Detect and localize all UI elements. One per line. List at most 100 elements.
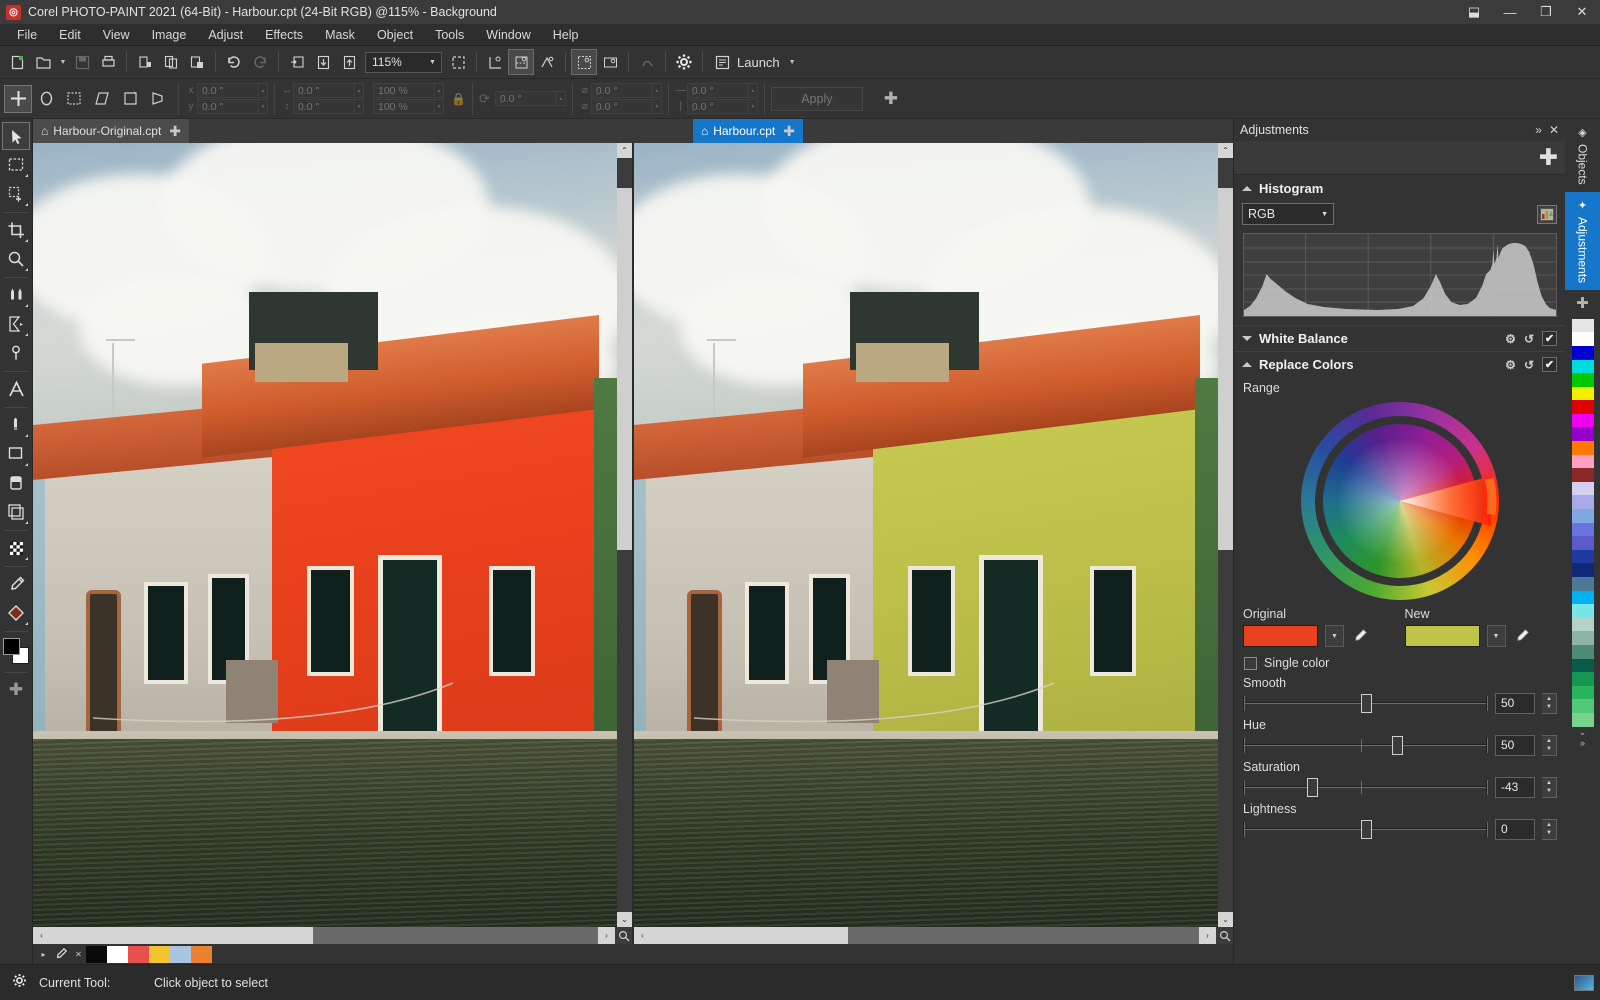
- replace-colors-enable-checkbox[interactable]: ✔: [1542, 357, 1557, 372]
- flyout-arrow-icon[interactable]: [25, 239, 28, 242]
- anchor-x-spinner[interactable]: ▲: [748, 83, 758, 98]
- palette-color[interactable]: [1571, 712, 1594, 727]
- hue-slider-thumb[interactable]: [1392, 736, 1404, 755]
- menu-item-image[interactable]: Image: [141, 26, 198, 44]
- rectangle-mask-tool[interactable]: [2, 151, 30, 179]
- palette-color[interactable]: [1571, 345, 1594, 360]
- section-header-replace-colors[interactable]: Replace Colors ⚙ ↺ ✔: [1234, 351, 1565, 377]
- palette-color[interactable]: [1571, 658, 1594, 673]
- transform-distort-button[interactable]: [116, 85, 144, 113]
- histogram-channel-select[interactable]: RGB ▼: [1242, 203, 1334, 225]
- transform-scale-button[interactable]: [60, 85, 88, 113]
- size-h-spinner[interactable]: ▼: [355, 99, 364, 114]
- palette-color[interactable]: [1571, 604, 1594, 618]
- scale-w-spinner[interactable]: ▲: [435, 83, 444, 98]
- flyout-arrow-icon[interactable]: [25, 622, 28, 625]
- crop-tool[interactable]: [2, 216, 30, 244]
- zoom-tool[interactable]: [2, 245, 30, 273]
- palette-color[interactable]: [1571, 400, 1594, 414]
- maximize-button[interactable]: ❐: [1528, 0, 1564, 24]
- add-tool-icon[interactable]: ✚: [2, 676, 30, 704]
- skew-v-spinner[interactable]: ▼: [652, 99, 662, 114]
- photo-original[interactable]: [33, 143, 617, 927]
- freehand-mask-tool[interactable]: [2, 180, 30, 208]
- palette-color[interactable]: [1571, 427, 1594, 442]
- palette-color[interactable]: [1571, 617, 1594, 632]
- palette-color[interactable]: [1571, 631, 1594, 645]
- original-color-swatch[interactable]: [1243, 625, 1318, 647]
- menu-item-effects[interactable]: Effects: [254, 26, 314, 44]
- add-docker-icon[interactable]: ✚: [1565, 290, 1600, 316]
- docker-collapse-icon[interactable]: »: [1535, 123, 1542, 137]
- palette-color[interactable]: [1571, 536, 1594, 550]
- palette-color[interactable]: [1571, 699, 1594, 713]
- transparency-checker-tool[interactable]: [2, 534, 30, 562]
- lightness-value[interactable]: 0: [1495, 818, 1535, 840]
- section-header-histogram[interactable]: Histogram: [1234, 175, 1565, 201]
- histogram-settings-icon[interactable]: [1537, 204, 1557, 224]
- palette-more-icon[interactable]: »: [1580, 738, 1585, 749]
- anchor-y-field[interactable]: 0.0 °: [686, 99, 749, 114]
- transform-position-button[interactable]: [4, 84, 32, 113]
- palette-swatch[interactable]: [107, 945, 128, 963]
- scroll-right-button[interactable]: ›: [598, 927, 615, 944]
- rotation-field[interactable]: 0.0 °: [494, 91, 557, 106]
- gear-icon[interactable]: [11, 972, 28, 993]
- launch-chevron-icon[interactable]: ▼: [789, 59, 796, 66]
- palette-color[interactable]: [1571, 563, 1594, 577]
- smooth-spinner[interactable]: ▲ ▼: [1542, 692, 1557, 714]
- transform-rotate-button[interactable]: [32, 85, 60, 113]
- menu-item-object[interactable]: Object: [366, 26, 424, 44]
- palette-color[interactable]: [1571, 373, 1594, 387]
- scroll-left-button[interactable]: ‹: [634, 927, 651, 944]
- rectangle-shape-tool[interactable]: [2, 440, 30, 468]
- smooth-slider-track[interactable]: [1243, 692, 1488, 714]
- text-tool[interactable]: [2, 375, 30, 403]
- color-range-wheel[interactable]: [1300, 402, 1499, 600]
- color-picker-tool[interactable]: [2, 570, 30, 598]
- lightness-slider-track[interactable]: [1243, 818, 1488, 840]
- skew-h-field[interactable]: 0.0 °: [590, 83, 653, 98]
- docker-close-icon[interactable]: ✕: [1549, 123, 1559, 137]
- flyout-arrow-icon[interactable]: [25, 203, 28, 206]
- anchor-y-spinner[interactable]: ▼: [748, 99, 758, 114]
- close-button[interactable]: ✕: [1564, 0, 1600, 24]
- alignment-guides-icon[interactable]: [597, 49, 623, 75]
- new-hue-ring-marker[interactable]: [1301, 402, 1499, 600]
- horizontal-scroll-thumb[interactable]: [50, 927, 314, 944]
- lightness-spinner[interactable]: ▲ ▼: [1542, 818, 1557, 840]
- document-tab-harbour-original[interactable]: ⌂ Harbour-Original.cpt ✚: [33, 119, 190, 143]
- object-transparency-tool[interactable]: [2, 498, 30, 526]
- zoom-corner-icon[interactable]: [615, 927, 632, 944]
- palette-color[interactable]: [1571, 318, 1594, 333]
- vertical-scrollbar-original[interactable]: ⌃ ⌄: [617, 143, 632, 927]
- scroll-up-button[interactable]: ⌃: [617, 143, 632, 158]
- palette-color[interactable]: [1571, 685, 1594, 700]
- palette-color[interactable]: [1571, 468, 1594, 482]
- photo-edited[interactable]: [634, 143, 1218, 927]
- undo-icon[interactable]: [221, 49, 247, 75]
- add-adjustment-icon[interactable]: ✚: [1539, 146, 1558, 169]
- menu-item-edit[interactable]: Edit: [48, 26, 92, 44]
- grid-icon[interactable]: [534, 49, 560, 75]
- flyout-arrow-icon[interactable]: [25, 434, 28, 437]
- palette-color[interactable]: [1571, 549, 1594, 564]
- save-document-icon[interactable]: [69, 49, 95, 75]
- horizontal-scroll-track[interactable]: [651, 927, 1199, 944]
- anchor-x-field[interactable]: 0.0 °: [686, 83, 749, 98]
- docker-tab-objects[interactable]: ◈ Objects: [1565, 119, 1600, 192]
- size-w-spinner[interactable]: ▲: [355, 83, 364, 98]
- apply-button[interactable]: Apply: [770, 86, 863, 111]
- scroll-down-button[interactable]: ⌄: [617, 912, 632, 927]
- palette-color[interactable]: [1571, 644, 1594, 659]
- position-y-spinner[interactable]: ▼: [259, 99, 268, 114]
- document-color-icon[interactable]: [1574, 974, 1594, 991]
- white-balance-settings-icon[interactable]: ⚙: [1505, 332, 1516, 346]
- position-y-field[interactable]: 0.0 ": [197, 99, 259, 114]
- add-transform-icon[interactable]: ✚: [877, 85, 905, 113]
- copy-icon[interactable]: [158, 49, 184, 75]
- size-h-field[interactable]: 0.0 ": [293, 99, 355, 114]
- horizontal-scroll-track[interactable]: [50, 927, 598, 944]
- palette-swatch[interactable]: [191, 945, 212, 963]
- smooth-value[interactable]: 50: [1495, 692, 1535, 714]
